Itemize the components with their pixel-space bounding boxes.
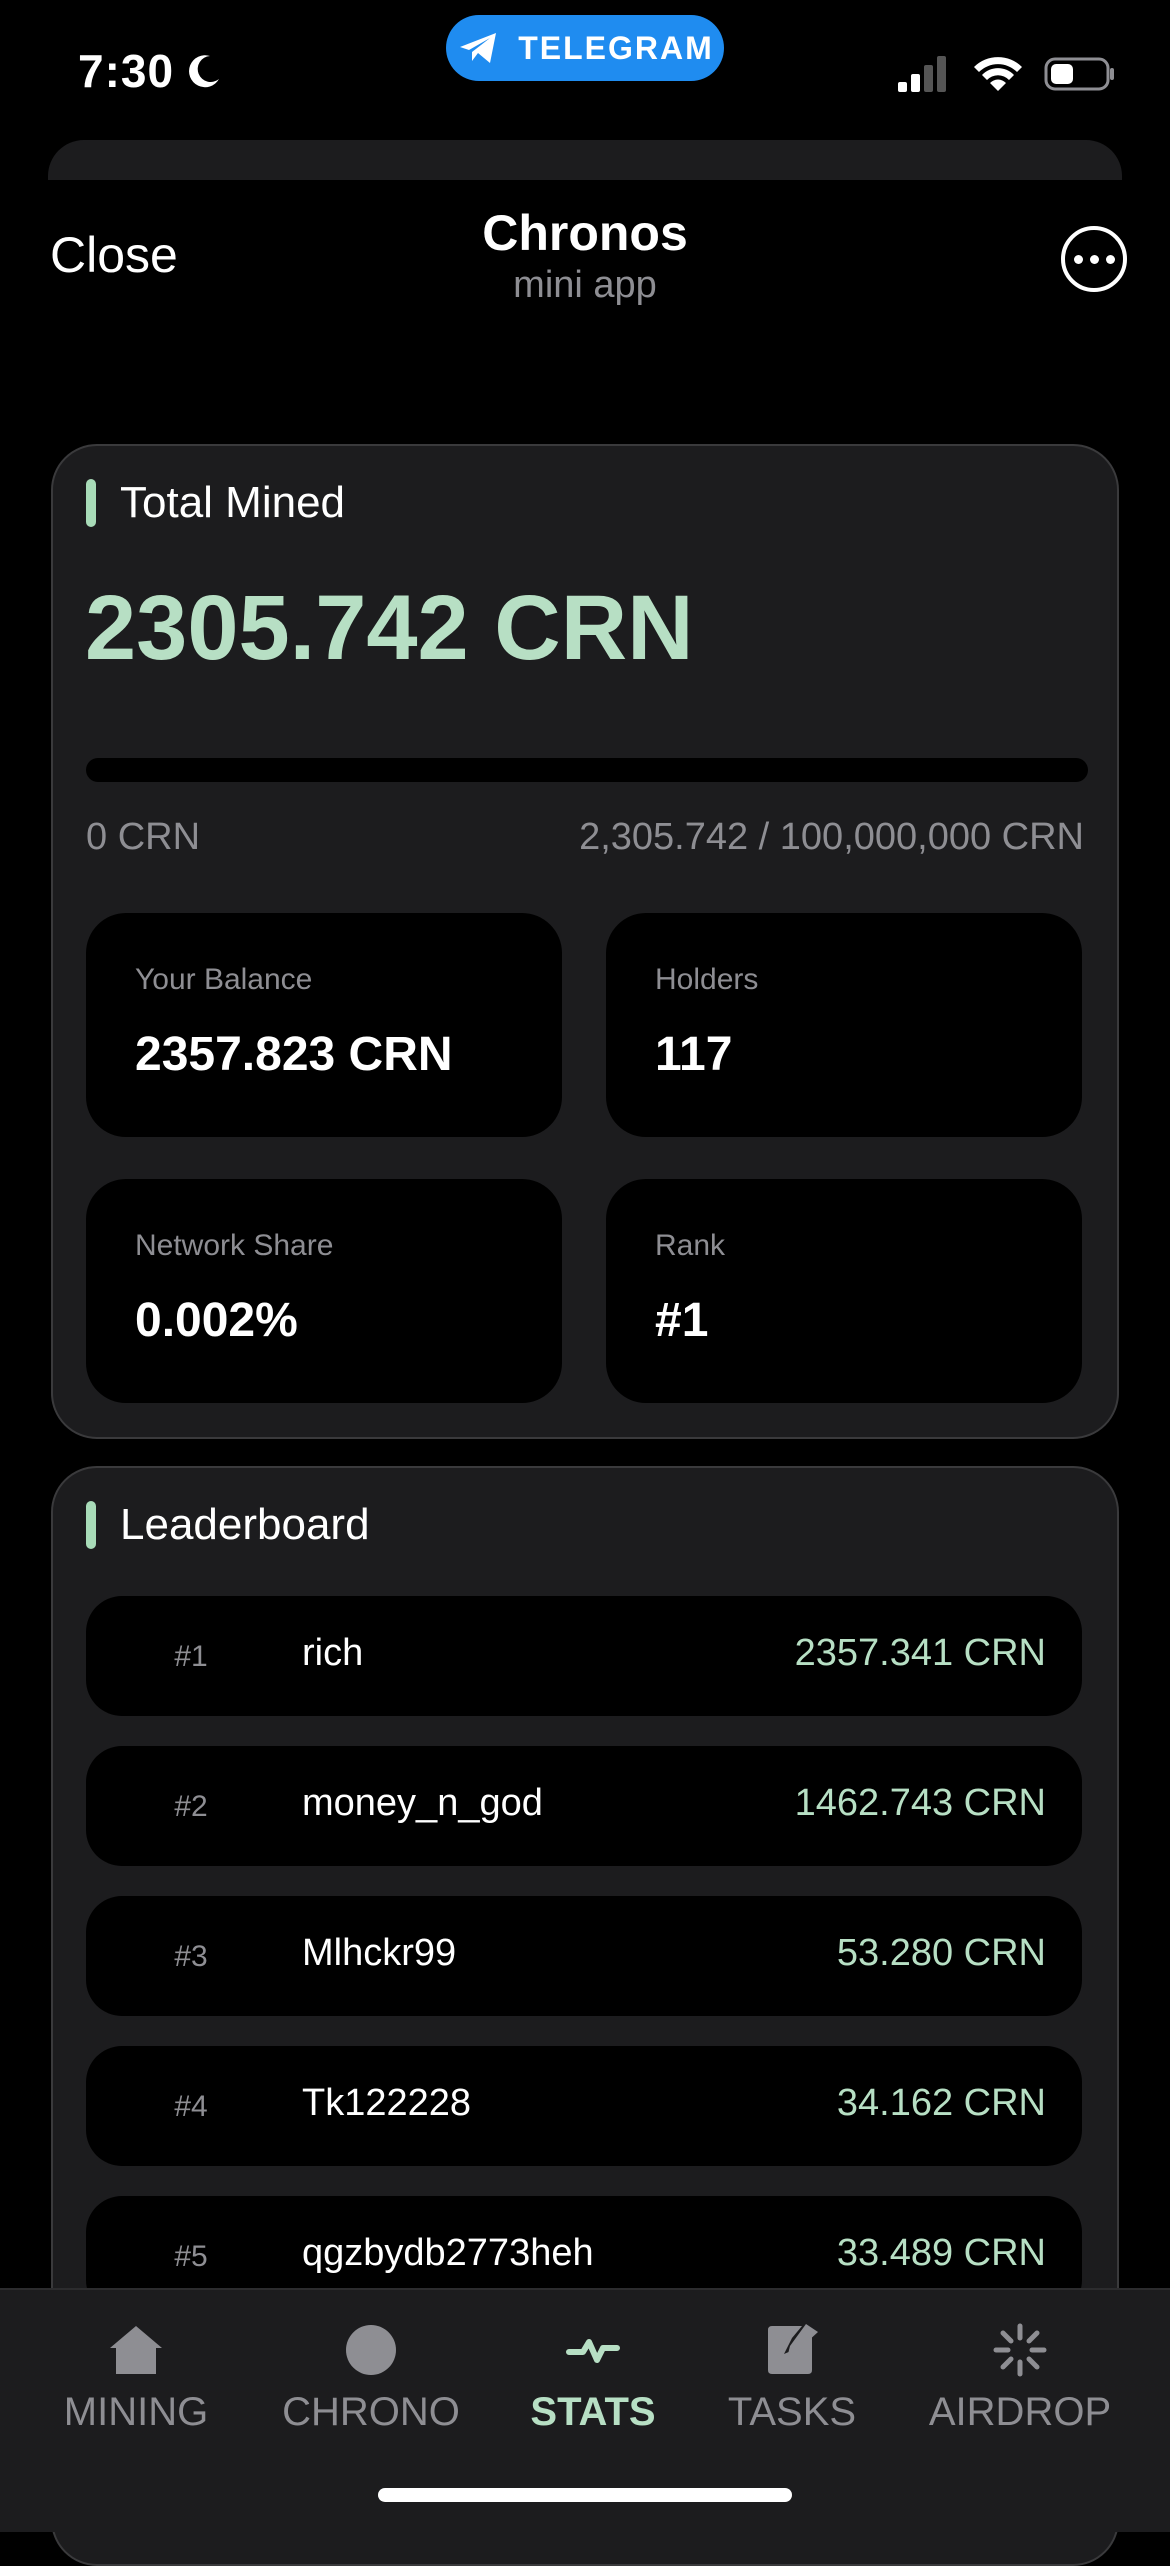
- leaderboard-amount: 53.280 CRN: [837, 1932, 1046, 1975]
- total-mined-value: 2305.742 CRN: [85, 576, 694, 681]
- circle-icon: [341, 2320, 401, 2380]
- leaderboard-amount: 2357.341 CRN: [795, 1632, 1046, 1675]
- app-subtitle: mini app: [0, 264, 1170, 307]
- holders-value: 117: [655, 1027, 732, 1082]
- total-mined-heading: Total Mined: [86, 478, 345, 528]
- balance-stat: Your Balance 2357.823 CRN: [86, 913, 562, 1137]
- leaderboard-amount: 33.489 CRN: [837, 2232, 1046, 2275]
- leaderboard-title: Leaderboard: [120, 1500, 370, 1550]
- nav-item-tasks[interactable]: TASKS: [692, 2320, 892, 2435]
- telegram-pill[interactable]: TELEGRAM: [446, 15, 724, 81]
- leaderboard-rank: #2: [86, 1790, 296, 1824]
- network-share-stat: Network Share 0.002%: [86, 1179, 562, 1403]
- network-share-label: Network Share: [135, 1229, 333, 1263]
- moon-icon: [184, 51, 224, 91]
- telegram-label: TELEGRAM: [518, 30, 714, 67]
- more-options-button[interactable]: [1061, 226, 1127, 292]
- home-icon: [106, 2320, 166, 2380]
- leaderboard-amount: 34.162 CRN: [837, 2082, 1046, 2125]
- leaderboard-username: Mlhckr99: [302, 1932, 456, 1975]
- more-dot: [1090, 255, 1099, 264]
- balance-value: 2357.823 CRN: [135, 1027, 453, 1082]
- sheet-top-edge: [48, 140, 1122, 180]
- mining-progress-bar: [86, 758, 1088, 782]
- nav-label: MINING: [64, 2390, 208, 2434]
- progress-max-label: 2,305.742 / 100,000,000 CRN: [579, 816, 1084, 859]
- telegram-icon: [456, 25, 502, 71]
- more-dot: [1106, 255, 1115, 264]
- rank-label: Rank: [655, 1229, 725, 1263]
- status-icons: [896, 54, 1116, 94]
- nav-label: TASKS: [728, 2390, 856, 2434]
- rank-stat: Rank #1: [606, 1179, 1082, 1403]
- status-time: 7:30: [78, 44, 224, 98]
- nav-label: AIRDROP: [929, 2390, 1111, 2434]
- holders-label: Holders: [655, 963, 758, 997]
- leaderboard-username: money_n_god: [302, 1782, 543, 1825]
- progress-min-label: 0 CRN: [86, 816, 200, 859]
- app-title: Chronos: [0, 204, 1170, 262]
- leaderboard-rank: #1: [86, 1640, 296, 1674]
- leaderboard-username: Tk122228: [302, 2082, 471, 2125]
- leaderboard-row[interactable]: #1 rich 2357.341 CRN: [86, 1596, 1082, 1716]
- battery-icon: [1044, 56, 1116, 92]
- signal-icon: [896, 54, 952, 94]
- nav-item-chrono[interactable]: CHRONO: [271, 2320, 471, 2435]
- leaderboard-username: qgzbydb2773heh: [302, 2232, 594, 2275]
- leaderboard-amount: 1462.743 CRN: [795, 1782, 1046, 1825]
- nav-item-airdrop[interactable]: AIRDROP: [920, 2320, 1120, 2435]
- leaderboard-row[interactable]: #3 Mlhckr99 53.280 CRN: [86, 1896, 1082, 2016]
- pulse-icon: [563, 2320, 623, 2380]
- holders-stat: Holders 117: [606, 913, 1082, 1137]
- leaderboard-rank: #3: [86, 1940, 296, 1974]
- leaderboard-rank: #4: [86, 2090, 296, 2124]
- section-accent-bar: [86, 479, 96, 527]
- edit-icon: [762, 2320, 822, 2380]
- nav-item-stats[interactable]: STATS: [493, 2320, 693, 2435]
- nav-item-mining[interactable]: MINING: [36, 2320, 236, 2435]
- total-mined-card: Total Mined 2305.742 CRN 0 CRN 2,305.742…: [51, 444, 1119, 1439]
- spinner-icon: [990, 2320, 1050, 2380]
- leaderboard-username: rich: [302, 1632, 363, 1675]
- status-time-text: 7:30: [78, 44, 174, 98]
- network-share-value: 0.002%: [135, 1293, 298, 1348]
- leaderboard-row[interactable]: #2 money_n_god 1462.743 CRN: [86, 1746, 1082, 1866]
- home-indicator: [378, 2488, 792, 2502]
- rank-value: #1: [655, 1293, 708, 1348]
- section-accent-bar: [86, 1501, 96, 1549]
- status-bar: 7:30 TELEGRAM: [0, 0, 1170, 140]
- leaderboard-rank: #5: [86, 2240, 296, 2274]
- total-mined-title: Total Mined: [120, 478, 345, 528]
- nav-label: STATS: [530, 2390, 655, 2434]
- leaderboard-heading: Leaderboard: [86, 1500, 370, 1550]
- leaderboard-row[interactable]: #4 Tk122228 34.162 CRN: [86, 2046, 1082, 2166]
- balance-label: Your Balance: [135, 963, 312, 997]
- nav-label: CHRONO: [282, 2390, 460, 2434]
- more-dot: [1074, 255, 1083, 264]
- wifi-icon: [970, 54, 1026, 94]
